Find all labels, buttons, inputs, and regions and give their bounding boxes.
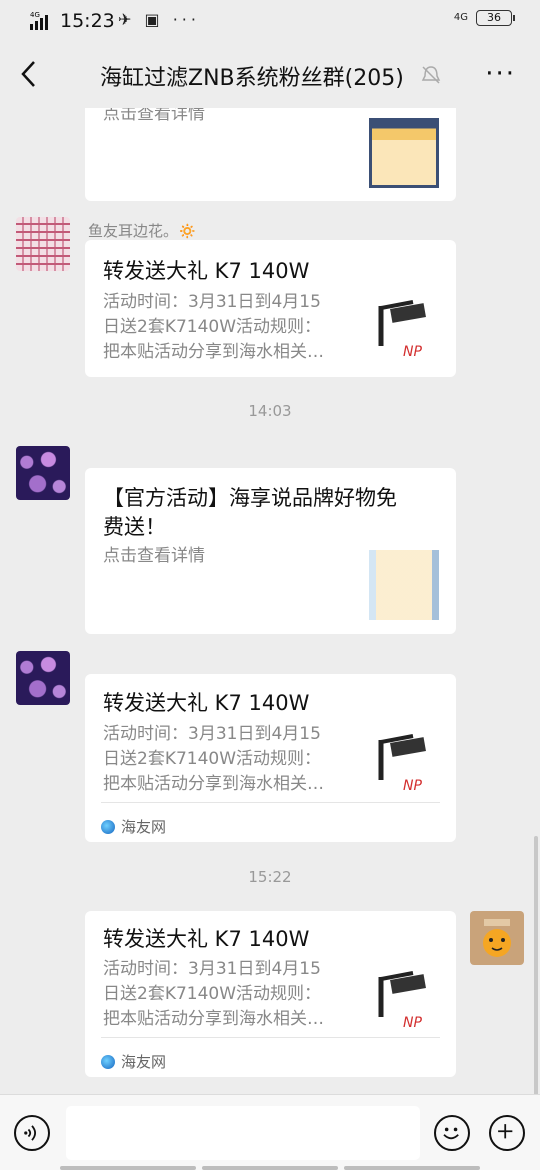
timestamp: 14:03 — [248, 402, 292, 420]
card-description-line: 日送2套K7140W活动规则： — [103, 984, 322, 1004]
card-thumbnail — [369, 118, 439, 188]
source-logo-icon — [101, 1054, 115, 1069]
signal-icon: 4G — [30, 11, 48, 30]
source-logo-icon — [101, 819, 115, 834]
card-description-line: 把本贴活动分享到海水相关… — [103, 342, 324, 362]
card-title-line: 【官方活动】海享说品牌好物免 — [103, 486, 397, 510]
back-arrow-icon[interactable] — [14, 56, 46, 92]
group-title: 海缸过滤ZNB系统粉丝群(205) — [100, 66, 404, 91]
plus-icon[interactable] — [489, 1115, 525, 1151]
card-thumbnail — [369, 550, 439, 620]
card-title-line: 费送！ — [103, 515, 166, 539]
card-source: 海友网 — [101, 1051, 166, 1072]
link-card[interactable]: 【官方活动】海享说品牌好物免 费送！ 点击查看详情 — [85, 468, 456, 634]
status-bar: 4G 15:23 ✈ ▣ ··· 4G 36 — [0, 0, 540, 42]
timestamp: 15:22 — [248, 868, 292, 886]
light-product-thumbnail: NP — [378, 971, 426, 1031]
avatar[interactable] — [16, 217, 70, 271]
mute-bell-icon — [421, 66, 441, 84]
emoji-icon[interactable] — [434, 1115, 470, 1151]
svg-text:NP: NP — [403, 1015, 422, 1031]
voice-input-icon[interactable] — [14, 1115, 50, 1151]
card-divider — [101, 1037, 440, 1038]
card-divider — [101, 802, 440, 803]
more-options-icon[interactable]: ··· — [485, 61, 516, 87]
card-description-line: 活动时间：3月31日到4月15 — [103, 724, 321, 744]
link-card[interactable]: 转发送大礼 K7 140W 活动时间：3月31日到4月15 日送2套K7140W… — [85, 240, 456, 377]
notification-icons: ✈ ▣ ··· — [118, 10, 200, 29]
card-title: 转发送大礼 K7 140W — [103, 259, 310, 283]
light-product-thumbnail: NP — [378, 734, 426, 794]
card-description: 点击查看详情 — [103, 108, 205, 124]
card-source: 海友网 — [101, 816, 166, 837]
avatar[interactable] — [16, 651, 70, 705]
card-description-line: 活动时间：3月31日到4月15 — [103, 959, 321, 979]
link-card[interactable]: 转发送大礼 K7 140W 活动时间：3月31日到4月15 日送2套K7140W… — [85, 674, 456, 842]
light-product-thumbnail: NP — [378, 300, 426, 360]
status-right: 4G 36 — [453, 10, 515, 26]
svg-text:NP: NP — [403, 778, 422, 794]
input-bar — [0, 1094, 540, 1170]
clock: 15:23 — [60, 10, 115, 32]
link-card[interactable]: 转发送大礼 K7 140W 活动时间：3月31日到4月15 日送2套K7140W… — [85, 911, 456, 1077]
tiger-icon — [483, 919, 511, 957]
chat-header: 海缸过滤ZNB系统粉丝群(205) ··· — [0, 42, 540, 108]
source-label: 海友网 — [121, 1053, 167, 1071]
avatar[interactable] — [16, 446, 70, 500]
sender-name: 鱼友耳边花。🔅 — [88, 222, 197, 240]
svg-text:NP: NP — [403, 344, 422, 360]
card-description-line: 把本贴活动分享到海水相关… — [103, 774, 324, 794]
link-card[interactable]: 点击查看详情 — [85, 108, 456, 201]
message-input[interactable] — [66, 1106, 420, 1160]
svg-text:4G: 4G — [30, 11, 40, 19]
lte-icon: 4G — [453, 12, 468, 23]
bottom-nav-strip — [60, 1166, 480, 1170]
battery-icon: 36 — [476, 10, 515, 26]
source-label: 海友网 — [121, 818, 167, 836]
card-description-line: 日送2套K7140W活动规则： — [103, 317, 322, 337]
avatar-self[interactable] — [470, 911, 524, 965]
card-description-line: 日送2套K7140W活动规则： — [103, 749, 322, 769]
card-description-line: 活动时间：3月31日到4月15 — [103, 292, 321, 312]
card-title: 转发送大礼 K7 140W — [103, 691, 310, 715]
card-description: 点击查看详情 — [103, 546, 205, 566]
scrollbar[interactable] — [534, 836, 538, 1094]
card-title: 转发送大礼 K7 140W — [103, 927, 310, 951]
card-description-line: 把本贴活动分享到海水相关… — [103, 1009, 324, 1029]
message-list[interactable]: 点击查看详情 鱼友耳边花。🔅 转发送大礼 K7 140W 活动时间：3月31日到… — [0, 108, 540, 1094]
